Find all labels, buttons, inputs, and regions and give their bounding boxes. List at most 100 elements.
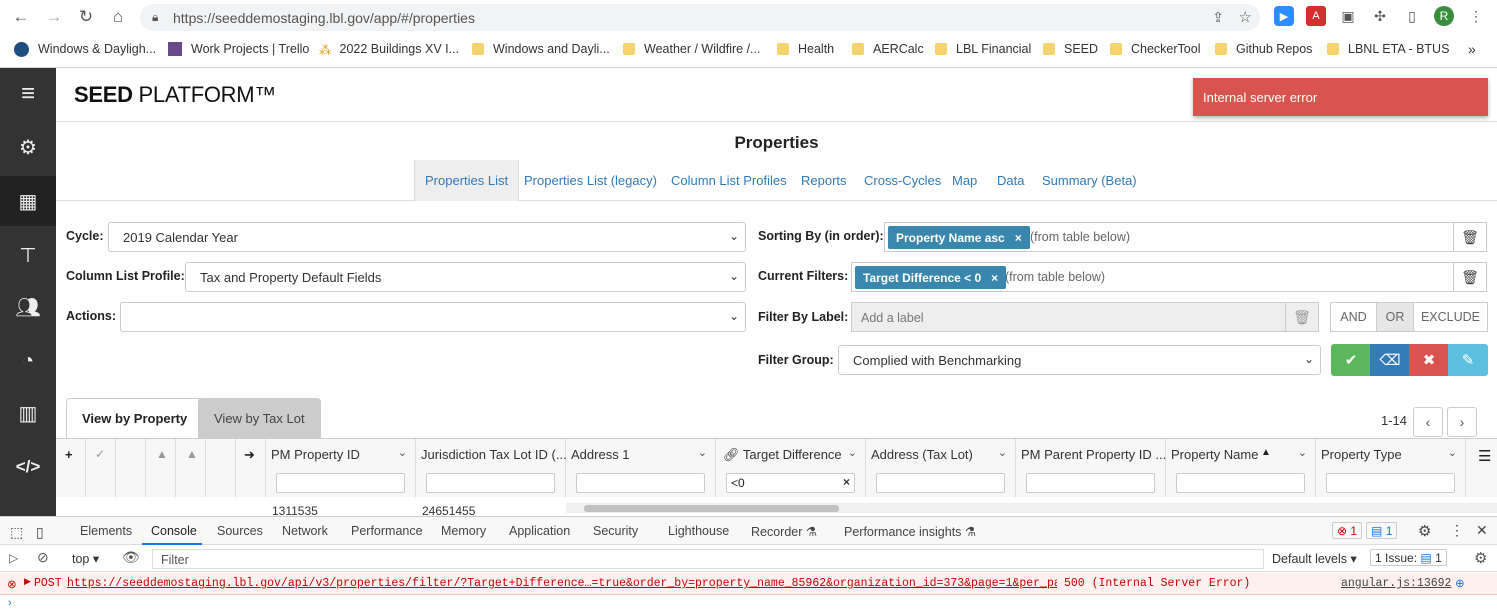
error-count-badge[interactable]: ⊗ 1 — [1332, 522, 1363, 539]
bookmark-item[interactable]: LBL Financial — [935, 39, 1031, 59]
gear-icon[interactable]: ⚙ — [0, 122, 56, 172]
profile-avatar[interactable]: R — [1434, 6, 1454, 26]
bar-chart-icon[interactable]: ▥ — [0, 388, 56, 438]
back-icon[interactable]: ← — [10, 6, 32, 28]
bookmark-item[interactable]: Health — [777, 39, 834, 59]
console-settings-icon[interactable]: ⚙ — [1474, 549, 1487, 567]
message-count-badge[interactable]: ▤ 1 — [1366, 522, 1398, 539]
tab-reports[interactable]: Reports — [791, 160, 857, 201]
filter-group-select[interactable]: Complied with Benchmarking ⌄ — [838, 345, 1321, 375]
error-source-link[interactable]: angular.js:13692 — [1341, 577, 1451, 590]
bookmark-item[interactable]: LBNL ETA - BTUS — [1327, 39, 1449, 59]
bookmark-item[interactable]: Github Repos — [1215, 39, 1312, 59]
device-icon[interactable]: ▯ — [36, 524, 44, 541]
bookmark-item[interactable]: CheckerTool — [1110, 39, 1200, 59]
or-toggle[interactable]: OR — [1376, 302, 1414, 332]
next-page-button[interactable]: › — [1447, 407, 1477, 437]
chevron-down-icon[interactable]: ⌄ — [998, 446, 1007, 459]
clear-filter-icon[interactable]: × — [843, 475, 850, 489]
delete-filter-group-button[interactable]: ✖ — [1409, 344, 1449, 376]
chevron-down-icon[interactable]: ⌄ — [848, 446, 857, 459]
bookmark-item[interactable]: Work Projects | Trello — [168, 39, 309, 59]
tab-console[interactable]: Console — [151, 524, 197, 538]
tab-properties-list[interactable]: Properties List — [414, 160, 520, 201]
actions-select[interactable]: ⌄ — [120, 302, 746, 332]
column-filter-input[interactable] — [426, 473, 555, 493]
apply-filter-group-button[interactable]: ✔ — [1331, 344, 1371, 376]
address-bar[interactable]: 🔒︎ https://seeddemostaging.lbl.gov/app/#… — [140, 4, 1260, 31]
column-header[interactable]: Property Name ▲ ⌄ — [1166, 439, 1316, 497]
tab-properties-list-legacy[interactable]: Properties List (legacy) — [514, 160, 667, 201]
chevron-circle-right-icon[interactable]: ➜ — [244, 447, 255, 463]
select-all-cell[interactable]: ✓ — [86, 439, 116, 497]
chevron-down-icon[interactable]: ⌄ — [698, 446, 707, 459]
column-header[interactable]: Address 1 ⌄ — [566, 439, 716, 497]
chevron-down-icon[interactable]: ⌄ — [1298, 446, 1307, 459]
log-levels-select[interactable]: Default levels ▾ — [1272, 551, 1357, 566]
tab-view-by-property[interactable]: View by Property — [66, 398, 204, 438]
column-header[interactable]: Jurisdiction Tax Lot ID (... — [416, 439, 567, 497]
column-profile-select[interactable]: Tax and Property Default Fields ⌄ — [185, 262, 746, 292]
expand-all-cell[interactable]: + — [56, 439, 86, 497]
puzzle-icon[interactable]: ✣ — [1370, 6, 1390, 26]
sort-chip[interactable]: Property Name asc × — [888, 226, 1030, 249]
clear-filter-group-button[interactable]: ⌫ — [1370, 344, 1410, 376]
bookmark-item[interactable]: SEED — [1043, 39, 1098, 59]
clear-filters-trash-icon[interactable]: 🗑︎ — [1453, 262, 1487, 292]
dashboard-icon[interactable]: ◔ — [0, 336, 56, 386]
bookmark-item[interactable]: Windows & Dayligh... — [14, 39, 156, 59]
tab-column-list-profiles[interactable]: Column List Profiles — [661, 160, 797, 201]
console-error-message[interactable]: ⊗ ▶ POST https://seeddemostaging.lbl.gov… — [0, 573, 1497, 595]
bookmark-item[interactable]: Weather / Wildfire /... — [623, 39, 760, 59]
brand-logo[interactable]: SEED PLATFORM™ — [74, 82, 276, 108]
column-header[interactable]: Address (Tax Lot) ⌄ — [866, 439, 1016, 497]
filter-chip[interactable]: Target Difference < 0 × — [855, 266, 1007, 289]
issues-badge[interactable]: 1 Issue: ▤ 1 — [1370, 549, 1447, 566]
building-icon[interactable]: ▦ — [0, 176, 56, 226]
console-prompt-icon[interactable]: › — [8, 597, 12, 609]
column-filter-input[interactable] — [876, 473, 1005, 493]
and-toggle[interactable]: AND — [1330, 302, 1377, 332]
tab-lighthouse[interactable]: Lighthouse — [668, 524, 729, 538]
tab-view-by-tax-lot[interactable]: View by Tax Lot — [198, 398, 321, 438]
pdf-ext-icon[interactable]: A — [1306, 6, 1326, 26]
chevron-down-icon[interactable]: ⌄ — [398, 446, 407, 459]
reload-icon[interactable]: ↻ — [75, 6, 97, 28]
column-filter-input[interactable] — [276, 473, 405, 493]
tab-recorder[interactable]: Recorder ⚗ — [751, 524, 817, 539]
edit-filter-group-button[interactable]: ✎ — [1448, 344, 1488, 376]
ext-icon[interactable]: ▣ — [1338, 6, 1358, 26]
hamburger-icon[interactable]: ≡ — [0, 68, 56, 120]
exclude-toggle[interactable]: EXCLUDE — [1413, 302, 1488, 332]
code-icon[interactable]: </> — [0, 442, 56, 492]
kebab-menu-icon[interactable]: ⋮ — [1450, 522, 1464, 539]
tab-security[interactable]: Security — [593, 524, 638, 538]
column-header[interactable]: Property Type ⌄ — [1316, 439, 1466, 497]
tab-summary-beta[interactable]: Summary (Beta) — [1032, 160, 1147, 201]
more-bookmarks-icon[interactable]: » — [1468, 39, 1476, 59]
forward-icon[interactable]: → — [43, 6, 65, 28]
column-filter-input[interactable] — [1026, 473, 1155, 493]
grid-menu-icon[interactable]: ☰ — [1478, 447, 1491, 465]
cycle-select[interactable]: 2019 Calendar Year ⌄ — [108, 222, 746, 252]
prev-page-button[interactable]: ‹ — [1413, 407, 1443, 437]
settings-gear-icon[interactable]: ⚙ — [1418, 522, 1431, 540]
clear-sort-trash-icon[interactable]: 🗑︎ — [1453, 222, 1487, 252]
error-request-link[interactable]: https://seeddemostaging.lbl.gov/api/v3/p… — [67, 577, 1057, 590]
label-filter-input[interactable]: Add a label — [851, 302, 1286, 332]
context-select[interactable]: top ▾ — [72, 551, 99, 566]
column-filter-input[interactable] — [1176, 473, 1305, 493]
grid-menu-cell[interactable]: ☰ — [1466, 439, 1497, 497]
tab-elements[interactable]: Elements — [80, 524, 132, 538]
menu-icon[interactable]: ⋮ — [1466, 6, 1486, 26]
share-icon[interactable]: ⇪ — [1212, 9, 1224, 26]
eye-icon[interactable]: 👁︎ — [122, 549, 140, 566]
inspect-icon[interactable]: ⬚ — [10, 524, 23, 541]
column-header[interactable]: PM Parent Property ID ... — [1016, 439, 1166, 497]
close-devtools-icon[interactable]: ✕ — [1476, 522, 1488, 539]
column-filter-input[interactable] — [576, 473, 705, 493]
check-icon[interactable]: ✓ — [95, 447, 105, 461]
star-icon[interactable]: ☆ — [1239, 8, 1252, 26]
tab-cross-cycles[interactable]: Cross-Cycles — [854, 160, 951, 201]
remove-chip-icon[interactable]: × — [1015, 231, 1022, 245]
